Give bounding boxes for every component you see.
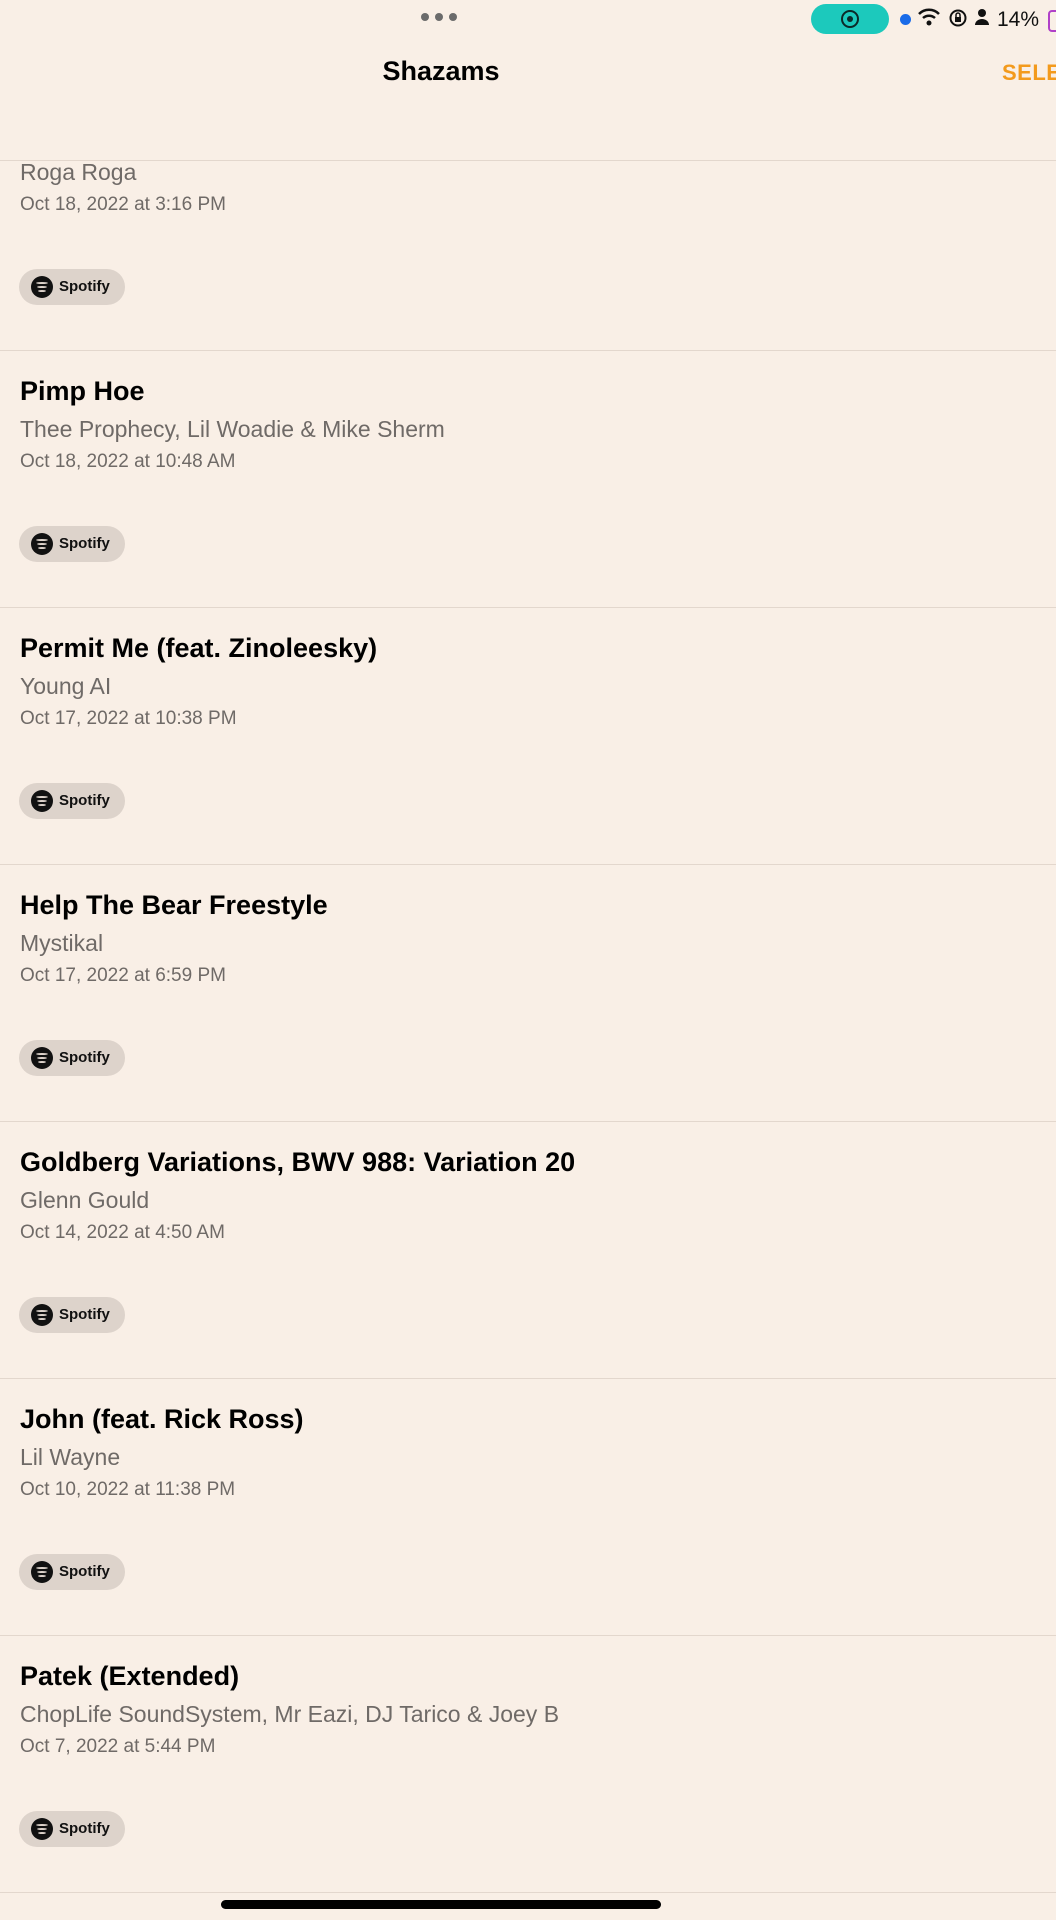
home-indicator[interactable] (221, 1900, 661, 1909)
song-title: Pimp Hoe (20, 376, 145, 406)
spotify-label: Spotify (59, 535, 110, 552)
song-title: Patek (Extended) (20, 1661, 240, 1691)
spotify-label: Spotify (59, 1563, 110, 1580)
list-item[interactable]: John (feat. Rick Ross) Lil Wayne Oct 10,… (0, 1378, 1056, 1636)
song-artist: Roga Roga (20, 159, 137, 185)
list-item[interactable]: Permit Me (feat. Zinoleesky) Young AI Oc… (0, 607, 1056, 865)
song-title: Permit Me (feat. Zinoleesky) (20, 633, 378, 663)
spotify-button[interactable]: Spotify (19, 1297, 125, 1333)
spotify-button[interactable]: Spotify (19, 1040, 125, 1076)
shazam-date: Oct 17, 2022 at 6:59 PM (20, 965, 226, 986)
list-item[interactable]: Goldberg Variations, BWV 988: Variation … (0, 1121, 1056, 1379)
song-artist: Glenn Gould (20, 1187, 150, 1213)
song-artist: Mystikal (20, 930, 104, 956)
spotify-label: Spotify (59, 278, 110, 295)
indicator-dot (900, 14, 911, 25)
shazam-date: Oct 10, 2022 at 11:38 PM (20, 1479, 236, 1500)
screen-record-icon[interactable] (811, 4, 889, 34)
spotify-button[interactable]: Spotify (19, 1554, 125, 1590)
song-title: John (feat. Rick Ross) (20, 1404, 304, 1434)
page-title: Shazams (382, 56, 500, 86)
shazam-date: Oct 17, 2022 at 10:38 PM (20, 708, 237, 729)
song-artist: Young AI (20, 673, 112, 699)
spotify-button[interactable]: Spotify (19, 1811, 125, 1847)
spotify-icon (31, 1047, 53, 1069)
wifi-icon (918, 8, 940, 31)
list-item[interactable]: Patek (Extended) ChopLife SoundSystem, M… (0, 1635, 1056, 1893)
spotify-label: Spotify (59, 792, 110, 809)
spotify-icon (31, 276, 53, 298)
spotify-button[interactable]: Spotify (19, 269, 125, 305)
shazam-date: Oct 18, 2022 at 10:48 AM (20, 451, 236, 472)
nav-bar: 14% Shazams SELE (0, 0, 1056, 160)
select-button[interactable]: SELE (1002, 60, 1056, 86)
spotify-icon (31, 1561, 53, 1583)
song-title: Help The Bear Freestyle (20, 890, 328, 920)
spotify-label: Spotify (59, 1306, 110, 1323)
spotify-button[interactable]: Spotify (19, 783, 125, 819)
status-bar: 14% (0, 0, 1056, 40)
spotify-label: Spotify (59, 1820, 110, 1837)
battery-percentage: 14% (997, 8, 1040, 31)
song-title: Goldberg Variations, BWV 988: Variation … (20, 1147, 576, 1177)
spotify-label: Spotify (59, 1049, 110, 1066)
nav-divider (0, 160, 1056, 161)
song-artist: Lil Wayne (20, 1444, 121, 1470)
spotify-icon (31, 533, 53, 555)
spotify-icon (31, 790, 53, 812)
shazam-date: Oct 7, 2022 at 5:44 PM (20, 1736, 216, 1757)
shazam-date: Oct 18, 2022 at 3:16 PM (20, 194, 226, 215)
spotify-icon (31, 1304, 53, 1326)
more-dots-icon[interactable] (421, 13, 457, 21)
spotify-button[interactable]: Spotify (19, 526, 125, 562)
lock-rotation-icon (948, 8, 968, 33)
shazam-date: Oct 14, 2022 at 4:50 AM (20, 1222, 225, 1243)
list-item[interactable]: Pimp Hoe Thee Prophecy, Lil Woadie & Mik… (0, 350, 1056, 608)
list-item[interactable]: Help The Bear Freestyle Mystikal Oct 17,… (0, 864, 1056, 1122)
song-artist: ChopLife SoundSystem, Mr Eazi, DJ Tarico… (20, 1701, 560, 1727)
shazam-list: Roga Roga Oct 18, 2022 at 3:16 PM Spotif… (0, 0, 1056, 1920)
person-icon (974, 8, 990, 31)
song-artist: Thee Prophecy, Lil Woadie & Mike Sherm (20, 416, 445, 442)
battery-icon (1048, 10, 1056, 32)
spotify-icon (31, 1818, 53, 1840)
